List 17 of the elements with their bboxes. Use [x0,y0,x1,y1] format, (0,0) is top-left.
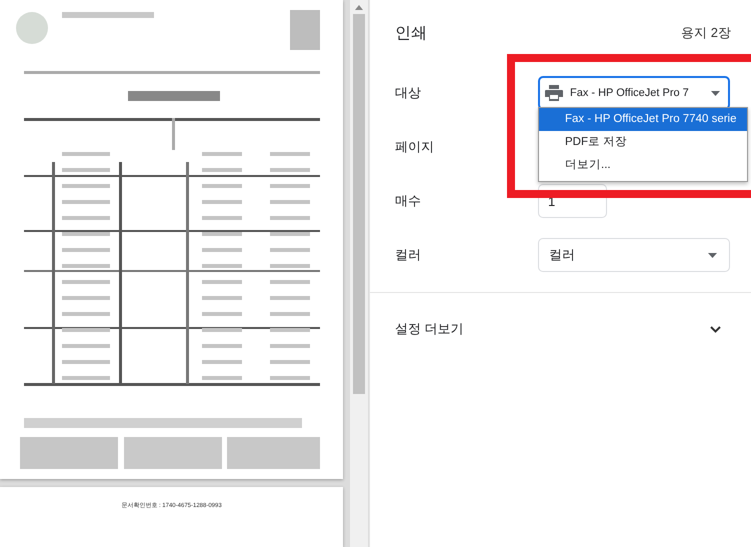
printer-icon [545,85,563,101]
scrollbar[interactable] [350,0,368,547]
sheet-count: 용지 2장 [681,24,731,42]
dropdown-option[interactable]: PDF로 저장 [539,131,747,154]
setting-label: 컬러 [395,246,422,264]
dropdown-option[interactable]: 더보기... [539,154,747,177]
scrollbar-thumb[interactable] [353,14,365,394]
scroll-up-icon[interactable] [355,4,363,10]
setting-label: 매수 [395,192,422,210]
caret-icon [708,252,717,258]
caret-icon [711,90,720,96]
color-select[interactable]: 컬러 [538,238,730,272]
dropdown-option[interactable]: Fax - HP OfficeJet Pro 7740 serie [539,108,747,131]
setting-label: 대상 [395,84,422,102]
more-settings-toggle[interactable]: 설정 더보기 [395,293,731,365]
dialog-title: 인쇄 [395,24,427,44]
setting-label: 페이지 [395,138,435,156]
